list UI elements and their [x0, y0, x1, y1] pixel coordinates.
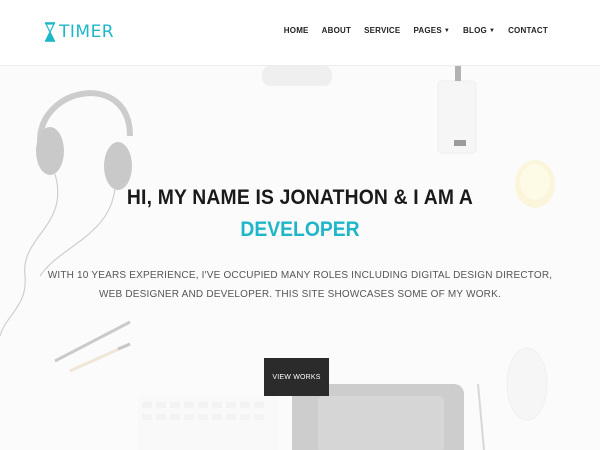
caret-down-icon: ▼ [488, 27, 496, 34]
nav-home-label: HOME [283, 26, 309, 35]
nav-contact-label: CONTACT [508, 26, 548, 35]
hero-section: HI, MY NAME IS JONATHON & I AM A DEVELOP… [0, 66, 600, 450]
main-nav: HOME ABOUT SERVICE PAGES ▼ BLOG ▼ CONTACT [271, 26, 548, 35]
nav-about-label: ABOUT [321, 26, 352, 35]
caret-down-icon: ▼ [443, 27, 451, 34]
nav-service[interactable]: SERVICE [364, 26, 400, 35]
brand-name: TIMER [59, 22, 115, 42]
nav-home[interactable]: HOME [284, 26, 309, 35]
hero-highlight: DEVELOPER [240, 218, 360, 241]
nav-contact[interactable]: CONTACT [508, 26, 548, 35]
nav-blog-label: BLOG [463, 26, 487, 35]
hero-content: HI, MY NAME IS JONATHON & I AM A DEVELOP… [0, 186, 600, 304]
hero-description: WITH 10 YEARS EXPERIENCE, I'VE OCCUPIED … [0, 266, 600, 304]
brand-logo[interactable]: TIMER [44, 22, 114, 42]
nav-about[interactable]: ABOUT [322, 26, 351, 35]
hero-description-line-1: WITH 10 YEARS EXPERIENCE, I'VE OCCUPIED … [47, 270, 553, 281]
hero-headline: HI, MY NAME IS JONATHON & I AM A [126, 186, 474, 209]
hero-description-line-2: WEB DESIGNER AND DEVELOPER. THIS SITE SH… [99, 289, 501, 300]
nav-pages[interactable]: PAGES ▼ [413, 26, 450, 35]
nav-service-label: SERVICE [364, 26, 401, 35]
view-works-button[interactable]: VIEW WORKS [264, 358, 329, 396]
nav-pages-label: PAGES [413, 26, 442, 35]
hourglass-icon [45, 22, 55, 42]
nav-blog[interactable]: BLOG ▼ [463, 26, 495, 35]
site-header: TIMER HOME ABOUT SERVICE PAGES ▼ BLOG ▼ CO… [0, 0, 600, 66]
